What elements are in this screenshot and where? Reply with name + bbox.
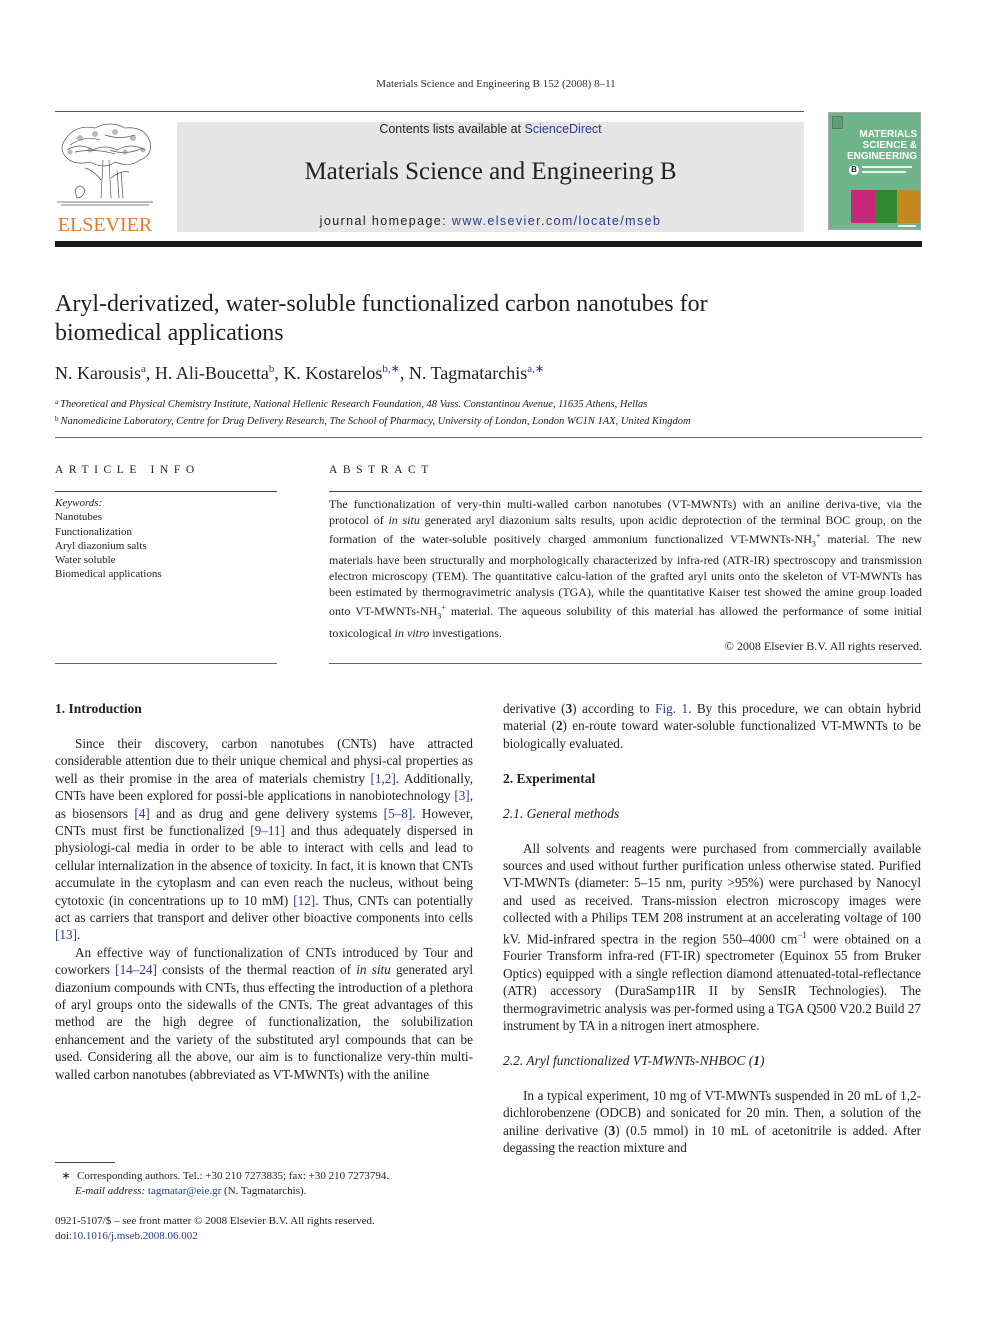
author-name: N. Karousis [55, 363, 141, 383]
divider [329, 663, 922, 664]
keyword: Functionalization [55, 525, 132, 538]
footnote-rule [55, 1162, 115, 1163]
author-affil-link[interactable]: b,∗ [382, 363, 399, 375]
running-head: Materials Science and Engineering B 152 … [376, 78, 616, 90]
issn-line: 0921-5107/$ – see front matter © 2008 El… [55, 1215, 375, 1227]
keywords-label: Keywords: [55, 497, 103, 509]
affiliation: b Nanomedicine Laboratory, Centre for Dru… [55, 412, 691, 429]
footnote-mark: ∗ [61, 1170, 71, 1182]
doi-link[interactable]: 10.1016/j.mseb.2008.06.002 [72, 1230, 198, 1242]
paragraph: In a typical experiment, 10 mg of VT-MWN… [503, 1087, 921, 1156]
abstract-run: investigations. [429, 625, 502, 640]
paragraph: derivative (3) according to Fig. 1. By t… [503, 701, 922, 751]
citation-link[interactable]: [1,2] [370, 771, 395, 786]
body-column-right: derivative (3) according to Fig. 1. By t… [503, 700, 921, 1156]
abstract-italic: in situ [388, 513, 420, 527]
footnote: ∗ Corresponding authors. Tel.: +30 210 72… [55, 1169, 389, 1198]
subscript: 3 [811, 539, 816, 549]
footnote-text: (N. Tagmatarchis). [221, 1184, 307, 1197]
contents-prefix: Contents lists available at [379, 122, 525, 136]
homepage-link[interactable]: www.elsevier.com/locate/mseb [452, 214, 661, 228]
cover-title: MATERIALS SCIENCE & ENGINEERING [847, 129, 917, 162]
cover-title-line: MATERIALS [859, 129, 917, 140]
body-column-left: 1. Introduction Since their discovery, c… [55, 700, 473, 1083]
author-name: K. Kostarelos [283, 363, 383, 383]
author-list: N. Karousisa, H. Ali-Boucettab, K. Kosta… [55, 363, 545, 383]
article-info-heading: ARTICLE INFO [55, 464, 200, 476]
paragraph: All solvents and reagents were purchased… [503, 840, 921, 1033]
abstract-italic: in vitro [394, 625, 430, 640]
affiliation-mark: a [55, 398, 59, 406]
article-title-line: Aryl-derivatized, water-soluble function… [55, 291, 708, 317]
author-name: H. Ali-Boucetta [154, 363, 269, 383]
citation-link[interactable]: [14–24] [115, 962, 157, 977]
keyword: Water soluble [55, 554, 116, 567]
issn-block: 0921-5107/$ – see front matter © 2008 El… [55, 1214, 375, 1243]
citation-link[interactable]: [4] [134, 806, 149, 821]
doi-prefix: doi: [55, 1229, 73, 1242]
elsevier-wordmark: ELSEVIER [57, 214, 153, 236]
keyword: Biomedical applications [55, 568, 162, 581]
affiliation-text: Nanomedicine Laboratory, Centre for Drug… [60, 416, 691, 427]
cover-badge: B [849, 165, 859, 175]
cover-title-line: ENGINEERING [846, 151, 917, 162]
divider [55, 437, 922, 438]
citation-link[interactable]: [13] [55, 927, 77, 942]
keyword: Aryl diazonium salts [55, 539, 147, 552]
subsection-heading: 2.1. General methods [503, 805, 620, 821]
subsection-heading: 2.2. Aryl functionalized VT-MWNTs-NHBOC … [503, 1052, 765, 1068]
citation-link[interactable]: [5–8] [384, 806, 413, 821]
author-affil-link[interactable]: a,∗ [527, 363, 544, 375]
sciencedirect-link[interactable]: ScienceDirect [525, 122, 602, 136]
journal-cover[interactable]: MATERIALS SCIENCE & ENGINEERING B [828, 112, 921, 230]
contents-line: Contents lists available at ScienceDirec… [177, 122, 804, 136]
masthead-rule [55, 241, 922, 247]
top-rule [55, 111, 804, 112]
article-title: Aryl-derivatized, water-soluble function… [55, 290, 915, 348]
cover-subtitle [862, 166, 912, 168]
citation-link[interactable]: [3] [454, 788, 469, 803]
divider [55, 491, 277, 492]
abstract-text: The functionalization of very-thin multi… [329, 496, 922, 641]
divider [329, 491, 922, 492]
elsevier-logo[interactable]: ELSEVIER [52, 120, 158, 235]
author-affil-link[interactable]: a [141, 363, 146, 375]
figure-link[interactable]: Fig. 1 [655, 701, 688, 716]
homepage-line: journal homepage: www.elsevier.com/locat… [177, 214, 804, 228]
paragraph: An effective way of functionalization of… [55, 944, 473, 1082]
cover-image-panel [875, 190, 897, 223]
article-title-line: biomedical applications [55, 320, 284, 346]
citation-link[interactable]: [9–11] [250, 823, 285, 838]
cover-title-line: SCIENCE & [862, 140, 917, 151]
author-name: N. Tagmatarchis [408, 363, 528, 383]
email-link[interactable]: tagmatar@eie.gr [148, 1185, 221, 1197]
paragraph: Since their discovery, carbon nanotubes … [55, 735, 473, 943]
affiliation-mark: b [55, 415, 59, 423]
keywords-block: Keywords: Nanotubes Functionalization Ar… [55, 496, 162, 582]
keyword: Nanotubes [55, 511, 103, 524]
affiliation-text: Theoretical and Physical Chemistry Insti… [60, 399, 648, 410]
abstract-heading: ABSTRACT [329, 464, 434, 476]
affiliation: a Theoretical and Physical Chemistry Inst… [55, 395, 691, 412]
cover-image-panel [897, 190, 920, 223]
journal-masthead: Contents lists available at ScienceDirec… [177, 122, 804, 232]
author-affil-link[interactable]: b [269, 363, 275, 375]
section-heading: 1. Introduction [55, 701, 142, 716]
citation-link[interactable]: [12] [293, 893, 315, 908]
affiliations: a Theoretical and Physical Chemistry Inst… [55, 395, 691, 429]
copyright: © 2008 Elsevier B.V. All rights reserved… [724, 639, 922, 653]
email-label: E-mail address: [75, 1184, 148, 1197]
cover-publisher-icon [832, 116, 843, 129]
homepage-prefix: journal homepage: [319, 214, 452, 228]
section-heading: 2. Experimental [503, 770, 596, 786]
journal-title: Materials Science and Engineering B [304, 158, 677, 185]
cover-image-panel [851, 190, 875, 223]
subscript: 3 [437, 611, 442, 621]
divider [55, 663, 277, 664]
elsevier-tree-icon [57, 123, 153, 206]
cover-subtitle [862, 171, 906, 173]
cover-publisher-mark [898, 225, 916, 227]
footnote-text: Corresponding authors. Tel.: +30 210 727… [77, 1170, 390, 1182]
